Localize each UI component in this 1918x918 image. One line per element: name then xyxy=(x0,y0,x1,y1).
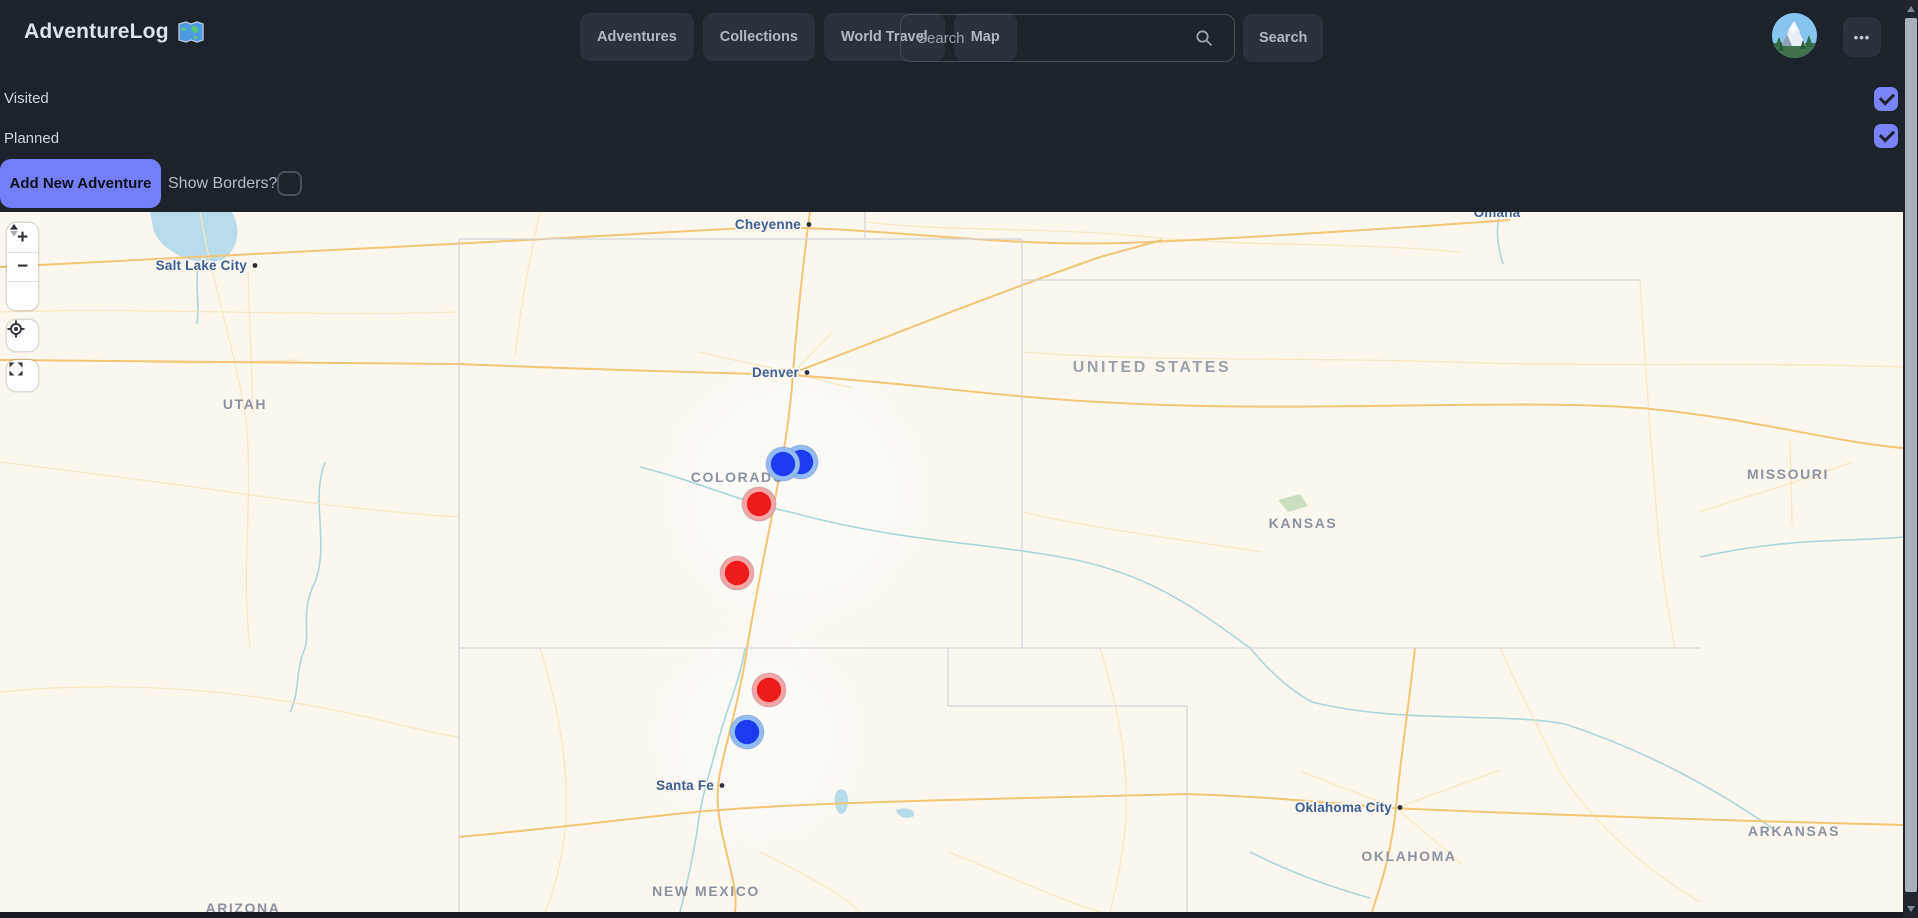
city-label: Omaha xyxy=(1474,212,1521,220)
show-borders-checkbox[interactable] xyxy=(277,171,302,196)
visited-checkbox[interactable] xyxy=(1874,87,1898,111)
avatar[interactable] xyxy=(1772,13,1817,58)
city-dot xyxy=(720,783,725,788)
fullscreen-icon xyxy=(7,360,25,378)
compass-icon xyxy=(7,223,21,237)
vertical-scrollbar[interactable] xyxy=(1903,0,1918,918)
city-label: Denver xyxy=(752,365,800,380)
app-title: AdventureLog xyxy=(24,20,169,44)
state-label: UNITED STATES xyxy=(1073,359,1232,376)
scroll-down-arrow-icon[interactable] xyxy=(1907,906,1915,912)
state-label: OKLAHOMA xyxy=(1361,848,1456,864)
map-base: UTAHCOLORADOUNITED STATESKANSASMISSOURIO… xyxy=(0,212,1903,912)
zoom-controls: + − xyxy=(7,223,38,310)
navbar: AdventureLog Adventures Collections Worl… xyxy=(0,0,1903,76)
map-marker-red[interactable] xyxy=(720,556,754,590)
scroll-up-arrow-icon[interactable] xyxy=(1907,6,1915,12)
city-dot xyxy=(807,222,812,227)
zoom-out-button[interactable]: − xyxy=(7,252,38,281)
city-dot xyxy=(1398,805,1403,810)
search-area: Search xyxy=(900,14,1323,62)
bottom-edge xyxy=(0,912,1903,918)
app-logo[interactable]: AdventureLog xyxy=(24,20,204,44)
map-marker-red[interactable] xyxy=(742,487,776,521)
map-marker-blue[interactable] xyxy=(766,447,800,481)
geolocate-button[interactable] xyxy=(7,320,38,351)
planned-label: Planned xyxy=(4,130,59,147)
overflow-menu-button[interactable]: ••• xyxy=(1843,17,1881,57)
search-input[interactable] xyxy=(900,14,1235,62)
state-label: ARKANSAS xyxy=(1748,823,1840,839)
nav-collections[interactable]: Collections xyxy=(703,13,815,61)
city-label: Santa Fe xyxy=(656,778,714,793)
map-canvas[interactable]: UTAHCOLORADOUNITED STATESKANSASMISSOURIO… xyxy=(0,212,1903,912)
add-new-adventure-button[interactable]: Add New Adventure xyxy=(0,159,161,208)
show-borders-label: Show Borders? xyxy=(168,175,277,193)
map-marker-red[interactable] xyxy=(752,673,786,707)
state-label: MISSOURI xyxy=(1747,466,1829,482)
geolocate-icon xyxy=(7,320,25,338)
scrollbar-thumb[interactable] xyxy=(1905,18,1917,892)
city-label: Salt Lake City xyxy=(156,258,248,273)
compass-button[interactable] xyxy=(7,281,38,310)
map-marker-blue[interactable] xyxy=(730,715,764,749)
state-label: KANSAS xyxy=(1269,515,1338,531)
top-panel: AdventureLog Adventures Collections Worl… xyxy=(0,0,1903,212)
state-label: ARIZONA xyxy=(206,900,281,912)
search-button[interactable]: Search xyxy=(1243,14,1323,62)
world-map-emoji-icon xyxy=(178,21,204,43)
city-label: Cheyenne xyxy=(735,217,801,232)
nav-adventures[interactable]: Adventures xyxy=(580,13,694,61)
fullscreen-button[interactable] xyxy=(7,360,38,391)
city-label: Oklahoma City xyxy=(1295,800,1392,815)
city-dot xyxy=(805,370,810,375)
visited-label: Visited xyxy=(4,90,49,107)
city-dot xyxy=(253,263,258,268)
state-label: NEW MEXICO xyxy=(652,883,760,899)
planned-checkbox[interactable] xyxy=(1874,124,1898,148)
state-label: UTAH xyxy=(223,396,267,412)
